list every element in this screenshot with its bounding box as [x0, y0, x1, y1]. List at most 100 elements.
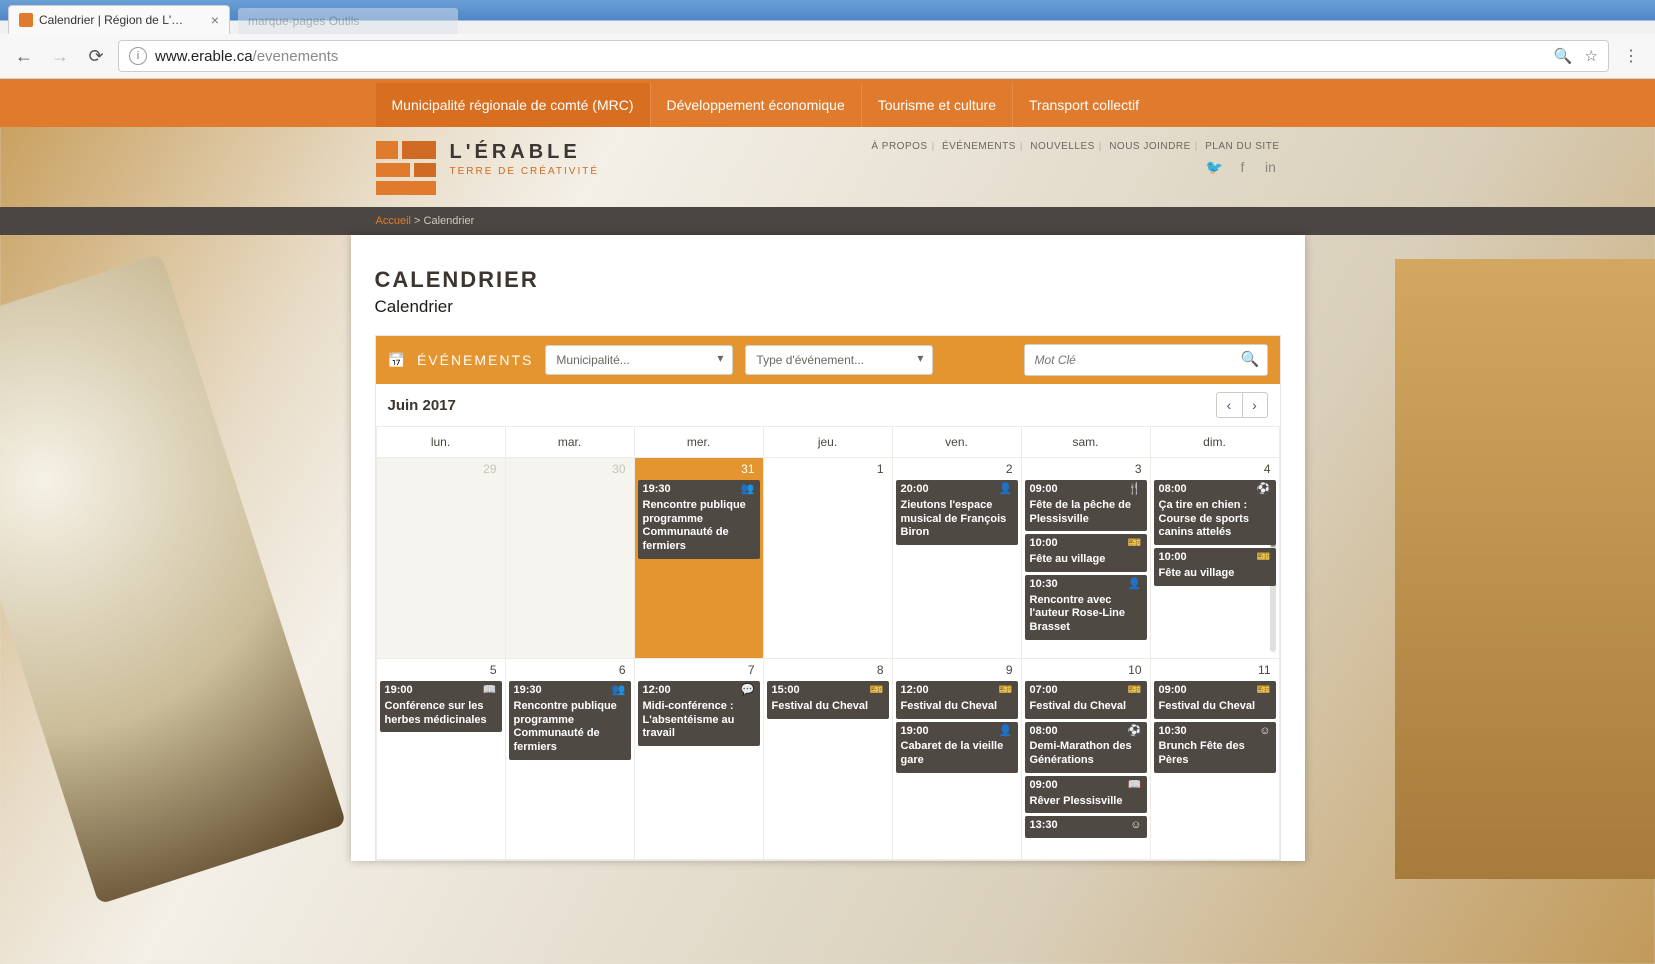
event-title: Rêver Plessisville [1030, 795, 1142, 809]
page-subtitle: Calendrier [375, 297, 1281, 317]
day-number: 30 [506, 458, 634, 480]
weekday-header: lun. [376, 427, 505, 458]
day-number: 1 [764, 458, 892, 480]
facebook-icon[interactable]: f [1234, 158, 1252, 176]
calendar-day-cell[interactable]: 29 [376, 458, 505, 659]
url-domain: www.erable.ca [155, 48, 253, 65]
browser-toolbar: ← → ⟳ i www.erable.ca/evenements 🔍 ☆ ⋮ [0, 34, 1655, 78]
municipality-select[interactable]: Municipalité... [545, 345, 733, 375]
twitter-icon[interactable]: 🐦 [1206, 158, 1224, 176]
nav-item-transport[interactable]: Transport collectif [1012, 83, 1155, 127]
calendar-event[interactable]: 09:00📖Rêver Plessisville [1025, 776, 1147, 814]
calendar-day-cell[interactable]: 1007:00🎫Festival du Cheval08:00⚽Demi-Mar… [1021, 659, 1150, 860]
event-time: 09:00 [1030, 779, 1058, 793]
calendar-event[interactable]: 19:00👤Cabaret de la vieille gare [896, 722, 1018, 773]
nav-item-mrc[interactable]: Municipalité régionale de comté (MRC) [376, 83, 650, 127]
calendar-day-cell[interactable]: 3119:30👥Rencontre publique programme Com… [634, 458, 763, 659]
event-time: 10:30 [1030, 578, 1058, 592]
util-link-joindre[interactable]: NOUS JOINDRE [1109, 141, 1191, 152]
tab-close-icon[interactable]: × [203, 12, 219, 28]
day-number: 4 [1151, 458, 1279, 480]
calendar-day-cell[interactable]: 408:00⚽Ça tire en chien : Course de spor… [1150, 458, 1279, 659]
calendar-day-cell[interactable]: 1 [763, 458, 892, 659]
calendar-day-cell[interactable]: 30 [505, 458, 634, 659]
browser-menu-icon[interactable]: ⋮ [1617, 42, 1645, 70]
calendar-event[interactable]: 10:00🎫Fête au village [1154, 548, 1276, 586]
event-time: 19:30 [514, 684, 542, 698]
nav-item-dev-eco[interactable]: Développement économique [650, 83, 861, 127]
util-link-nouvelles[interactable]: NOUVELLES [1030, 141, 1095, 152]
event-title: Festival du Cheval [901, 700, 1013, 714]
calendar-day-cell[interactable]: 220:00👤Zieutons l'espace musical de Fran… [892, 458, 1021, 659]
event-title: Rencontre avec l'auteur Rose-Line Brasse… [1030, 594, 1142, 635]
event-category-icon: 👤 [1128, 578, 1142, 592]
calendar-day-cell[interactable]: 1109:00🎫Festival du Cheval10:30☺Brunch F… [1150, 659, 1279, 860]
calendar-event[interactable]: 15:00🎫Festival du Cheval [767, 681, 889, 719]
event-category-icon: ☺ [1130, 819, 1141, 833]
keyword-search-input[interactable] [1024, 344, 1268, 376]
calendar-event[interactable]: 20:00👤Zieutons l'espace musical de Franç… [896, 480, 1018, 545]
breadcrumb-home[interactable]: Accueil [376, 215, 411, 227]
event-category-icon: 💬 [741, 684, 755, 698]
search-icon[interactable]: 🔍 [1554, 47, 1573, 65]
calendar-icon [388, 352, 407, 369]
event-time: 20:00 [901, 483, 929, 497]
calendar-event[interactable]: 08:00⚽Demi-Marathon des Générations [1025, 722, 1147, 773]
nav-item-tourisme[interactable]: Tourisme et culture [861, 83, 1012, 127]
calendar-event[interactable]: 12:00🎫Festival du Cheval [896, 681, 1018, 719]
event-time: 09:00 [1159, 684, 1187, 698]
calendar-day-cell[interactable]: 815:00🎫Festival du Cheval [763, 659, 892, 860]
calendar-event[interactable]: 07:00🎫Festival du Cheval [1025, 681, 1147, 719]
browser-tab-active[interactable]: Calendrier | Région de L'… × [8, 5, 230, 34]
calendar-day-cell[interactable]: 619:30👥Rencontre publique programme Comm… [505, 659, 634, 860]
event-time: 19:00 [901, 725, 929, 739]
calendar-event[interactable]: 09:00🍴Fête de la pêche de Plessisville [1025, 480, 1147, 531]
event-time: 07:00 [1030, 684, 1058, 698]
linkedin-icon[interactable]: in [1262, 158, 1280, 176]
reload-button[interactable]: ⟳ [82, 42, 110, 70]
util-link-plan[interactable]: PLAN DU SITE [1205, 141, 1279, 152]
calendar-next-button[interactable]: › [1242, 392, 1268, 418]
day-number: 29 [377, 458, 505, 480]
calendar-event[interactable]: 09:00🎫Festival du Cheval [1154, 681, 1276, 719]
site-info-icon[interactable]: i [129, 47, 147, 65]
calendar-event[interactable]: 12:00💬Midi-conférence : L'absentéisme au… [638, 681, 760, 746]
calendar-event[interactable]: 19:30👥Rencontre publique programme Commu… [638, 480, 760, 559]
util-link-apropos[interactable]: À PROPOS [871, 141, 927, 152]
calendar-event[interactable]: 08:00⚽Ça tire en chien : Course de sport… [1154, 480, 1276, 545]
forward-button[interactable]: → [46, 42, 74, 70]
event-title: Midi-conférence : L'absentéisme au trava… [643, 700, 755, 741]
bookmark-star-icon[interactable]: ☆ [1585, 47, 1598, 65]
back-button[interactable]: ← [10, 42, 38, 70]
weekday-header: mer. [634, 427, 763, 458]
event-category-icon: 🍴 [1128, 483, 1142, 497]
calendar-day-cell[interactable]: 519:00📖Conférence sur les herbes médicin… [376, 659, 505, 860]
calendar-day-cell[interactable]: 309:00🍴Fête de la pêche de Plessisville1… [1021, 458, 1150, 659]
calendar-day-cell[interactable]: 712:00💬Midi-conférence : L'absentéisme a… [634, 659, 763, 860]
day-number: 5 [377, 659, 505, 681]
event-time: 19:30 [643, 483, 671, 497]
event-category-icon: 🎫 [1257, 551, 1271, 565]
calendar-day-cell[interactable]: 912:00🎫Festival du Cheval19:00👤Cabaret d… [892, 659, 1021, 860]
calendar-event[interactable]: 10:00🎫Fête au village [1025, 534, 1147, 572]
browser-tab-background[interactable]: marque-pages Outils [238, 8, 458, 34]
calendar-event[interactable]: 13:30☺ [1025, 816, 1147, 838]
favicon-icon [19, 13, 33, 27]
util-link-evenements[interactable]: ÉVÉNEMENTS [942, 141, 1016, 152]
address-bar[interactable]: i www.erable.ca/evenements 🔍 ☆ [118, 40, 1609, 72]
event-type-select[interactable]: Type d'événement... [745, 345, 933, 375]
search-icon[interactable]: 🔍 [1241, 350, 1260, 368]
calendar-prev-button[interactable]: ‹ [1216, 392, 1242, 418]
weekday-header: mar. [505, 427, 634, 458]
calendar-event[interactable]: 10:30☺Brunch Fête des Pères [1154, 722, 1276, 773]
page-title: CALENDRIER [375, 267, 1281, 293]
event-time: 15:00 [772, 684, 800, 698]
calendar-event[interactable]: 19:30👥Rencontre publique programme Commu… [509, 681, 631, 760]
event-category-icon: ☺ [1259, 725, 1270, 739]
site-logo[interactable]: L'ÉRABLE TERRE DE CRÉATIVITÉ [376, 141, 600, 197]
calendar-event[interactable]: 19:00📖Conférence sur les herbes médicina… [380, 681, 502, 732]
event-time: 12:00 [901, 684, 929, 698]
calendar-event[interactable]: 10:30 👤 Rencontre avec l'auteur Rose-Line … [1025, 575, 1147, 640]
day-number: 8 [764, 659, 892, 681]
browser-tab-bar: Calendrier | Région de L'… × marque-page… [0, 0, 1655, 34]
